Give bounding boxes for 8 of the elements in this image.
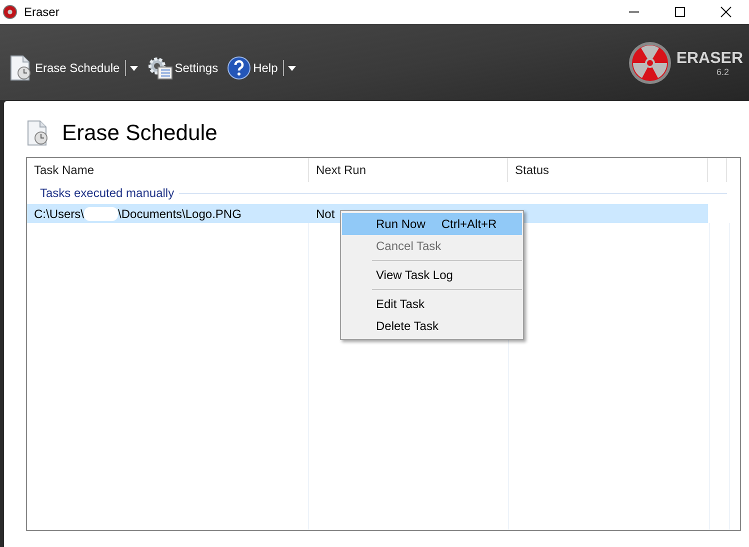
table-cell: Not [316,206,335,220]
logo-name: ERASER [676,50,743,68]
window-title: Eraser [24,5,60,19]
group-header: Tasks executed manually [40,186,174,200]
page-title: Erase Schedule [62,120,218,146]
table-cell: C:\Users\ [34,206,84,220]
version-label: 6.2 [716,68,729,76]
table-cell: \Documents\Logo.PNG [118,206,242,220]
